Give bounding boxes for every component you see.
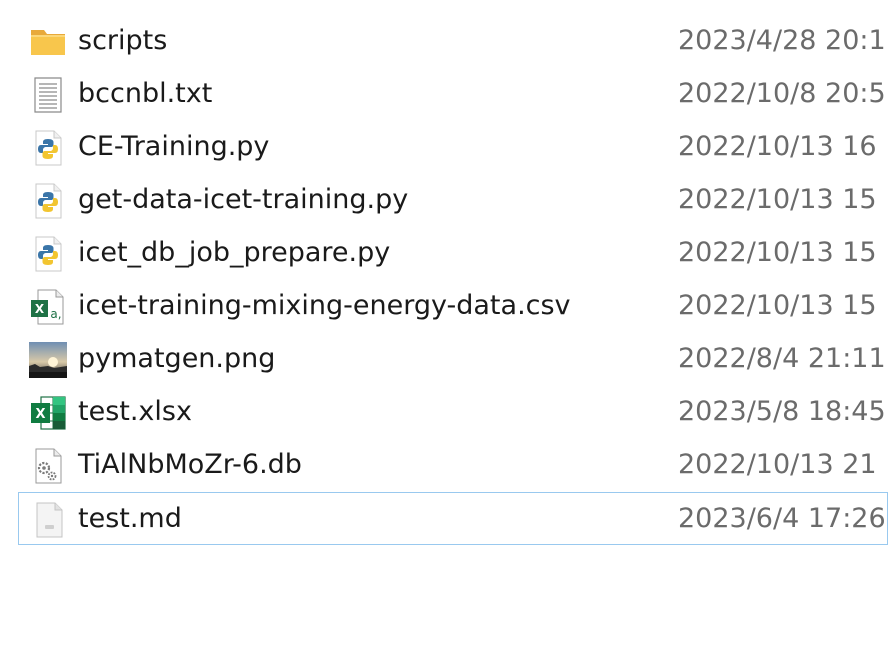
list-item-test-xlsx[interactable]: X test.xlsx 2023/5/8 18:45: [0, 386, 888, 439]
list-item-ce-training-py[interactable]: CE-Training.py 2022/10/13 16: [0, 121, 888, 174]
csv-file-icon: X a,: [29, 288, 67, 326]
file-date: 2023/4/28 20:1: [678, 25, 886, 56]
generic-file-icon: [30, 501, 68, 539]
file-name: TiAlNbMoZr-6.db: [78, 449, 302, 480]
folder-icon: [29, 23, 67, 61]
python-file-icon: [29, 182, 67, 220]
file-date: 2023/6/4 17:26: [678, 503, 886, 534]
file-name: CE-Training.py: [78, 131, 270, 162]
text-file-icon: [29, 76, 67, 114]
file-name: bccnbl.txt: [78, 78, 213, 109]
file-name: icet_db_job_prepare.py: [78, 237, 391, 268]
svg-text:X: X: [35, 407, 45, 422]
svg-text:a,: a,: [50, 307, 61, 321]
file-name: get-data-icet-training.py: [78, 184, 409, 215]
file-date: 2022/8/4 21:11: [678, 343, 886, 374]
file-name: pymatgen.png: [78, 343, 276, 374]
file-date: 2022/10/13 15: [678, 290, 877, 321]
python-file-icon: [29, 129, 67, 167]
list-item-test-md[interactable]: test.md 2023/6/4 17:26: [18, 492, 888, 545]
list-item-tialnbmozr-6-db[interactable]: TiAlNbMoZr-6.db 2022/10/13 21: [0, 439, 888, 492]
excel-file-icon: X: [29, 394, 67, 432]
file-date: 2022/10/13 16: [678, 131, 877, 162]
file-name: icet-training-mixing-energy-data.csv: [78, 290, 571, 321]
system-file-icon: [29, 447, 67, 485]
file-date: 2022/10/8 20:5: [678, 78, 886, 109]
list-item-pymatgen-png[interactable]: pymatgen.png 2022/8/4 21:11: [0, 333, 888, 386]
file-date: 2023/5/8 18:45: [678, 396, 886, 427]
list-item-icet-db-job-prepare-py[interactable]: icet_db_job_prepare.py 2022/10/13 15: [0, 227, 888, 280]
list-item-get-data-icet-training-py[interactable]: get-data-icet-training.py 2022/10/13 15: [0, 174, 888, 227]
svg-text:X: X: [35, 302, 45, 316]
python-file-icon: [29, 235, 67, 273]
file-list: scripts 2023/4/28 20:1 bccnbl.txt 2022/1…: [0, 15, 888, 545]
file-name: scripts: [78, 25, 168, 56]
list-item-scripts[interactable]: scripts 2023/4/28 20:1: [0, 15, 888, 68]
image-thumbnail-icon: [29, 341, 67, 379]
file-date: 2022/10/13 15: [678, 237, 877, 268]
file-name: test.xlsx: [78, 396, 192, 427]
list-item-icet-training-mixing-energy-data-csv[interactable]: X a, icet-training-mixing-energy-data.cs…: [0, 280, 888, 333]
file-date: 2022/10/13 21: [678, 449, 877, 480]
file-name: test.md: [78, 503, 182, 534]
file-date: 2022/10/13 15: [678, 184, 877, 215]
list-item-bccnbl-txt[interactable]: bccnbl.txt 2022/10/8 20:5: [0, 68, 888, 121]
